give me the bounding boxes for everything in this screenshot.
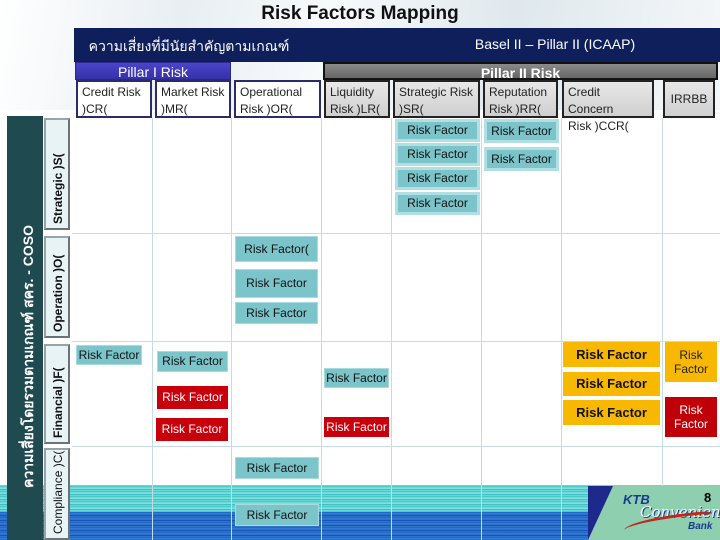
side-label-text: ความเสี่ยงโดยรวมตามเกณฑ์ สคร. - COSO xyxy=(20,224,36,488)
risk-factor-text: Factor xyxy=(673,362,708,376)
column-header-line1: Strategic Risk xyxy=(399,85,474,99)
risk-factor-sr-3[interactable]: Risk Factor xyxy=(398,170,477,187)
row-label-text: Strategic )S( xyxy=(51,153,65,224)
risk-factor-or-3[interactable]: Risk Factor xyxy=(235,302,318,324)
risk-factor-cr-1[interactable]: Risk Factor xyxy=(76,345,142,365)
risk-factor-irrbb-2[interactable]: Risk Factor xyxy=(665,397,717,437)
grid-line xyxy=(481,118,482,540)
risk-factor-or-1[interactable]: Risk Factor( xyxy=(235,236,318,262)
grid-line xyxy=(152,118,153,540)
risk-factor-mr-2[interactable]: Risk Factor xyxy=(157,386,228,409)
column-header-line2: Risk )CCR( xyxy=(568,119,629,133)
column-header-line2: )MR( xyxy=(161,102,188,116)
column-header-line2: )CR( xyxy=(82,102,108,116)
column-header-irrbb: IRRBB xyxy=(663,80,715,118)
column-header-line2: )SR( xyxy=(399,102,424,116)
risk-factor-irrbb-1[interactable]: Risk Factor xyxy=(665,342,717,382)
row-label-text: Operation )O( xyxy=(51,254,65,332)
grid-line xyxy=(321,118,322,540)
grid-line xyxy=(72,446,720,447)
risk-factor-text: Risk xyxy=(679,402,703,417)
risk-factor-rr-1[interactable]: Risk Factor xyxy=(487,122,556,140)
row-label-financial: Financial )F( xyxy=(44,344,70,444)
pillar-2-header: Pillar II Risk xyxy=(323,62,718,81)
row-label-compliance: Compliance )C( xyxy=(44,448,70,540)
pillar-1-header: Pillar I Risk xyxy=(75,62,231,80)
logo-wedge xyxy=(588,486,613,540)
column-header-line1: Operational xyxy=(240,85,303,99)
column-header-line1: Reputation xyxy=(489,85,548,99)
row-label-text: Financial )F( xyxy=(51,367,65,438)
header-right-label: Basel II – Pillar II (ICAAP) xyxy=(474,36,636,52)
column-header-line2: Risk )RR( xyxy=(489,102,541,116)
column-header-line2: Risk )LR( xyxy=(330,102,380,116)
column-header-reputation-risk: Reputation Risk )RR( xyxy=(483,80,558,118)
risk-factor-rr-2[interactable]: Risk Factor xyxy=(487,150,556,168)
header-left-label: ความเสี่ยงที่มีนัยสำคัญตามเกณฑ์ xyxy=(88,38,290,54)
column-header-line2: Risk )OR( xyxy=(240,102,293,116)
row-label-text: Compliance )C( xyxy=(51,450,65,534)
column-header-credit-risk: Credit Risk )CR( xyxy=(76,80,152,118)
risk-factor-ccr-2[interactable]: Risk Factor xyxy=(563,372,660,396)
column-header-strategic-risk: Strategic Risk )SR( xyxy=(393,80,480,118)
risk-factor-compliance-2[interactable]: Risk Factor xyxy=(235,504,319,526)
risk-factor-sr-2[interactable]: Risk Factor xyxy=(398,146,477,163)
column-header-line1: Credit Risk xyxy=(82,85,141,99)
column-header-operational-risk: Operational Risk )OR( xyxy=(234,80,321,118)
column-header-liquidity-risk: Liquidity Risk )LR( xyxy=(324,80,390,118)
risk-factor-ccr-3[interactable]: Risk Factor xyxy=(563,400,660,425)
risk-factor-sr-4[interactable]: Risk Factor xyxy=(398,195,477,212)
grid-line xyxy=(662,118,663,540)
row-label-strategic: Strategic )S( xyxy=(44,118,70,230)
page-number: 8 xyxy=(704,490,712,505)
logo-sub: Bank xyxy=(688,521,713,532)
grid-line xyxy=(391,118,392,540)
risk-factor-mr-1[interactable]: Risk Factor xyxy=(157,351,228,372)
row-label-operation: Operation )O( xyxy=(44,236,70,338)
grid-line xyxy=(231,118,232,540)
risk-factor-text: Risk xyxy=(679,347,703,362)
column-header-market-risk: Market Risk )MR( xyxy=(155,80,231,118)
slide-title: Risk Factors Mapping xyxy=(261,3,459,24)
risk-factor-text: Factor xyxy=(673,417,708,431)
grid-line xyxy=(561,118,562,540)
column-header-line1: Liquidity xyxy=(330,85,375,99)
risk-factor-compliance-1[interactable]: Risk Factor xyxy=(235,457,319,479)
column-header-line1: Market Risk xyxy=(161,85,225,99)
risk-factor-lr-2[interactable]: Risk Factor xyxy=(324,417,389,437)
risk-factor-or-2[interactable]: Risk Factor xyxy=(235,269,318,298)
column-header-line1: Credit Concern xyxy=(568,85,614,116)
grid-line xyxy=(72,233,720,234)
risk-factor-sr-1[interactable]: Risk Factor xyxy=(398,122,477,139)
risk-factor-lr-1[interactable]: Risk Factor xyxy=(324,368,389,388)
column-header-credit-concern-risk: Credit Concern Risk )CCR( xyxy=(562,80,654,133)
risk-factor-mr-3[interactable]: Risk Factor xyxy=(156,418,228,441)
column-header-line1: IRRBB xyxy=(670,91,708,106)
risk-factor-ccr-1[interactable]: Risk Factor xyxy=(563,342,660,367)
